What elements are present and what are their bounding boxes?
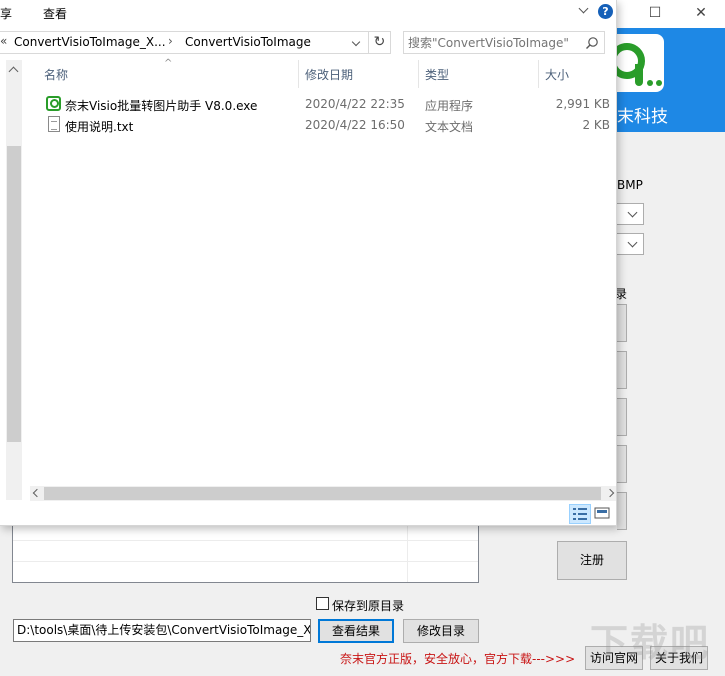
file-row[interactable]: 使用说明.txt 2020/4/22 16:50 文本文档 2 KB <box>40 115 615 136</box>
search-box[interactable] <box>403 31 605 54</box>
chevron-down-icon <box>627 237 638 248</box>
breadcrumb-segment[interactable]: ConvertVisioToImage <box>185 35 311 49</box>
scroll-right-icon[interactable] <box>605 488 615 498</box>
sort-ascending-icon: ^ <box>164 58 173 69</box>
breadcrumb-separator[interactable]: › <box>168 34 173 48</box>
column-header-size[interactable]: 大小 <box>545 66 569 83</box>
file-date: 2020/4/22 16:50 <box>305 118 405 132</box>
ribbon: 享 查看 ? <box>0 0 616 27</box>
status-bar <box>0 501 616 525</box>
file-date: 2020/4/22 22:35 <box>305 97 405 111</box>
scroll-left-icon[interactable] <box>32 488 42 498</box>
chevron-down-icon[interactable] <box>351 37 361 47</box>
change-directory-button[interactable]: 修改目录 <box>403 619 479 643</box>
scrollbar-thumb[interactable] <box>7 146 21 442</box>
file-size: 2 KB <box>582 118 610 132</box>
search-icon[interactable] <box>585 36 599 50</box>
view-results-button[interactable]: 查看结果 <box>318 619 394 643</box>
column-header-name[interactable]: 名称 <box>44 66 68 83</box>
save-to-original-checkbox[interactable] <box>316 597 329 610</box>
file-name: 奈末Visio批量转图片助手 V8.0.exe <box>65 99 258 113</box>
navigation-pane <box>0 58 25 500</box>
file-dialog: 享 查看 ? « ConvertVisioToImage_X... › Conv… <box>0 0 617 526</box>
side-button-3[interactable] <box>617 398 627 436</box>
file-row[interactable]: 奈末Visio批量转图片助手 V8.0.exe 2020/4/22 22:35 … <box>40 94 615 115</box>
close-icon[interactable]: ✕ <box>683 0 719 28</box>
side-button-1[interactable] <box>617 304 627 342</box>
app-titlebar: ☐ ✕ <box>617 0 725 28</box>
side-button-4[interactable] <box>617 445 627 483</box>
file-type: 应用程序 <box>425 99 474 113</box>
tab-view[interactable]: 查看 <box>43 5 67 22</box>
scrollbar-thumb[interactable] <box>44 487 601 500</box>
chevron-down-icon[interactable] <box>578 3 589 14</box>
screen: ☐ ✕ 末科技 BMP 录 注册 t c s 保存到原目录 D:\tools\桌… <box>0 0 725 676</box>
save-to-original-label: 保存到原目录 <box>332 599 405 613</box>
refresh-icon[interactable]: ↻ <box>369 31 391 54</box>
side-button-5[interactable] <box>617 492 627 530</box>
column-header-type[interactable]: 类型 <box>425 66 449 83</box>
large-icons-view-icon[interactable] <box>592 504 614 524</box>
promo-text: 奈末官方正版，安全放心，官方下载--->>> <box>340 652 576 666</box>
help-icon[interactable]: ? <box>598 4 613 19</box>
option-select[interactable] <box>617 233 644 255</box>
watermark: 下载吧 <box>590 621 711 665</box>
file-type: 文本文档 <box>425 120 474 134</box>
details-view-icon[interactable] <box>569 504 591 524</box>
format-select[interactable] <box>617 203 644 225</box>
breadcrumb-segment[interactable]: ConvertVisioToImage_X... <box>14 35 166 49</box>
output-path-field[interactable]: D:\tools\桌面\待上传安装包\ConvertVisioToImage_X… <box>13 619 311 642</box>
tab-share[interactable]: 享 <box>0 5 12 22</box>
address-bar[interactable]: « ConvertVisioToImage_X... › ConvertVisi… <box>0 31 369 54</box>
brand-banner: 末科技 <box>617 28 725 132</box>
register-button[interactable]: 注册 <box>557 541 627 580</box>
file-list: ^ 名称 修改日期 类型 大小 奈末Visio批量转图片助手 V8.0.exe … <box>30 58 616 486</box>
file-size: 2,991 KB <box>555 97 610 111</box>
column-header-date[interactable]: 修改日期 <box>305 66 353 83</box>
exe-app-icon <box>46 96 61 111</box>
chevron-down-icon <box>627 207 638 218</box>
brand-logo <box>617 34 664 92</box>
search-input[interactable] <box>408 34 584 51</box>
text-file-icon <box>48 116 60 132</box>
overflow-chevron-icon[interactable]: « <box>0 34 7 48</box>
side-button-2[interactable] <box>617 351 627 389</box>
brand-name: 末科技 <box>617 107 668 127</box>
file-name: 使用说明.txt <box>65 120 134 134</box>
horizontal-scrollbar[interactable] <box>30 486 616 501</box>
maximize-icon[interactable]: ☐ <box>637 0 673 28</box>
format-label-fragment: BMP <box>617 178 643 192</box>
